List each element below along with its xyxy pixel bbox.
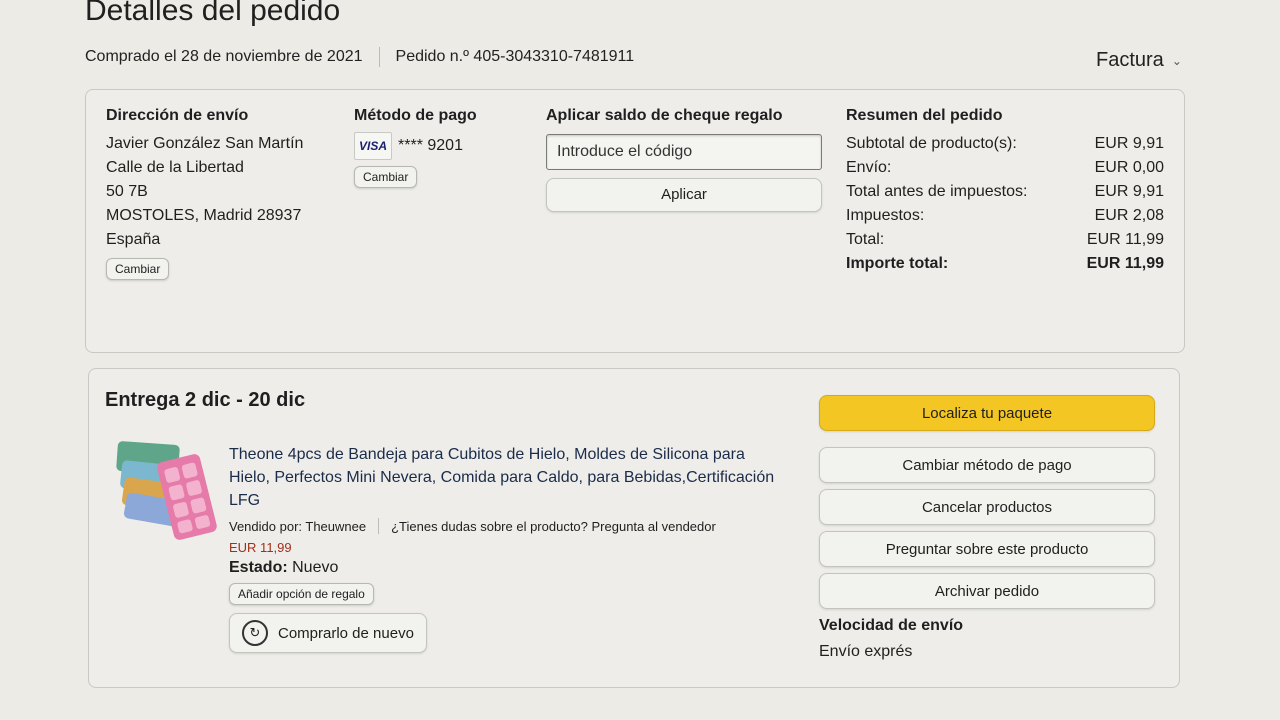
summary-value: EUR 2,08 [1094,207,1164,224]
summary-label: Subtotal de producto(s): [846,135,1017,152]
state-label: Estado: [229,559,288,576]
delivery-card: Entrega 2 dic - 20 dic Theone 4pcs de Ba… [88,368,1180,688]
summary-value: EUR 11,99 [1086,231,1164,248]
order-actions: Localiza tu paquete Cambiar método de pa… [819,395,1159,661]
gift-card-section: Aplicar saldo de cheque regalo Introduce… [546,104,824,212]
product-info: Theone 4pcs de Bandeja para Cubitos de H… [229,443,789,653]
change-address-button[interactable]: Cambiar [106,258,170,280]
order-info-card: Dirección de envío Javier González San M… [85,89,1185,353]
shipping-address: Dirección de envío Javier González San M… [106,104,303,281]
divider [378,518,380,534]
order-summary: Resumen del pedido Subtotal de producto(… [846,104,1164,276]
seller-row: Vendido por: Theuwnee ¿Tienes dudas sobr… [229,518,789,534]
payment-heading: Método de pago [354,107,477,124]
card-row: VISA **** 9201 [354,132,477,160]
summary-label: Envío: [846,159,892,176]
invoice-label: Factura [1096,49,1164,71]
page-title: Detalles del pedido [85,0,341,27]
product-state: Estado: Nuevo [229,559,789,577]
summary-row: Total: EUR 11,99 [846,228,1164,252]
change-payment-method-button[interactable]: Cambiar método de pago [819,447,1155,483]
summary-value: EUR 0,00 [1094,159,1164,176]
grand-total-value: EUR 11,99 [1086,255,1164,272]
cancel-items-button[interactable]: Cancelar productos [819,489,1155,525]
shipping-speed-label: Velocidad de envío [819,617,964,634]
shipping-speed-value: Envío exprés [819,643,913,660]
payment-method: Método de pago VISA **** 9201 Cambiar [354,104,477,189]
address-line: 50 7B [106,183,148,200]
address-line: Calle de la Libertad [106,159,244,176]
address-line: España [106,231,161,248]
summary-row: Subtotal de producto(s): EUR 9,91 [846,132,1164,156]
summary-value: EUR 9,91 [1094,183,1164,200]
product-price: EUR 11,99 [229,540,292,555]
product-title-link[interactable]: Theone 4pcs de Bandeja para Cubitos de H… [229,443,789,512]
apply-gift-button[interactable]: Aplicar [546,178,822,212]
shipping-heading: Dirección de envío [106,107,249,124]
gift-heading: Aplicar saldo de cheque regalo [546,107,783,124]
chevron-down-icon: ⌄ [1171,53,1182,68]
add-gift-option-button[interactable]: Añadir opción de regalo [229,583,374,605]
change-payment-button[interactable]: Cambiar [354,166,418,188]
address-line: Javier González San Martín [106,135,304,152]
visa-icon: VISA [354,132,393,160]
grand-total-row: Importe total: EUR 11,99 [846,252,1164,276]
gift-code-input[interactable]: Introduce el código [546,134,822,170]
card-number: **** 9201 [398,137,463,154]
ask-product-button[interactable]: Preguntar sobre este producto [819,531,1155,567]
buy-again-button[interactable]: ↻ Comprarlo de nuevo [229,613,427,653]
summary-label: Total: [846,231,885,248]
summary-value: EUR 9,91 [1094,135,1164,152]
summary-row: Total antes de impuestos: EUR 9,91 [846,180,1164,204]
purchase-date: Comprado el 28 de noviembre de 2021 [85,48,363,65]
divider [378,47,380,67]
summary-label: Impuestos: [846,207,925,224]
sold-by[interactable]: Vendido por: Theuwnee [229,519,366,534]
grand-total-label: Importe total: [846,255,949,272]
ask-seller-link[interactable]: ¿Tienes dudas sobre el producto? Pregunt… [391,519,716,534]
summary-row: Impuestos: EUR 2,08 [846,204,1164,228]
order-number: Pedido n.º 405-3043310-7481911 [395,48,635,65]
product-image[interactable] [111,437,221,547]
state-value: Nuevo [292,559,339,576]
refresh-bag-icon: ↻ [242,620,268,646]
buy-again-label: Comprarlo de nuevo [278,624,414,642]
delivery-title: Entrega 2 dic - 20 dic [105,389,306,411]
summary-label: Total antes de impuestos: [846,183,1028,200]
order-meta: Comprado el 28 de noviembre de 2021 Pedi… [85,47,634,67]
summary-row: Envío: EUR 0,00 [846,156,1164,180]
track-package-button[interactable]: Localiza tu paquete [819,395,1155,431]
address-line: MOSTOLES, Madrid 28937 [106,207,302,224]
archive-order-button[interactable]: Archivar pedido [819,573,1155,609]
invoice-dropdown[interactable]: Factura ⌄ [1096,49,1182,72]
summary-heading: Resumen del pedido [846,107,1003,124]
